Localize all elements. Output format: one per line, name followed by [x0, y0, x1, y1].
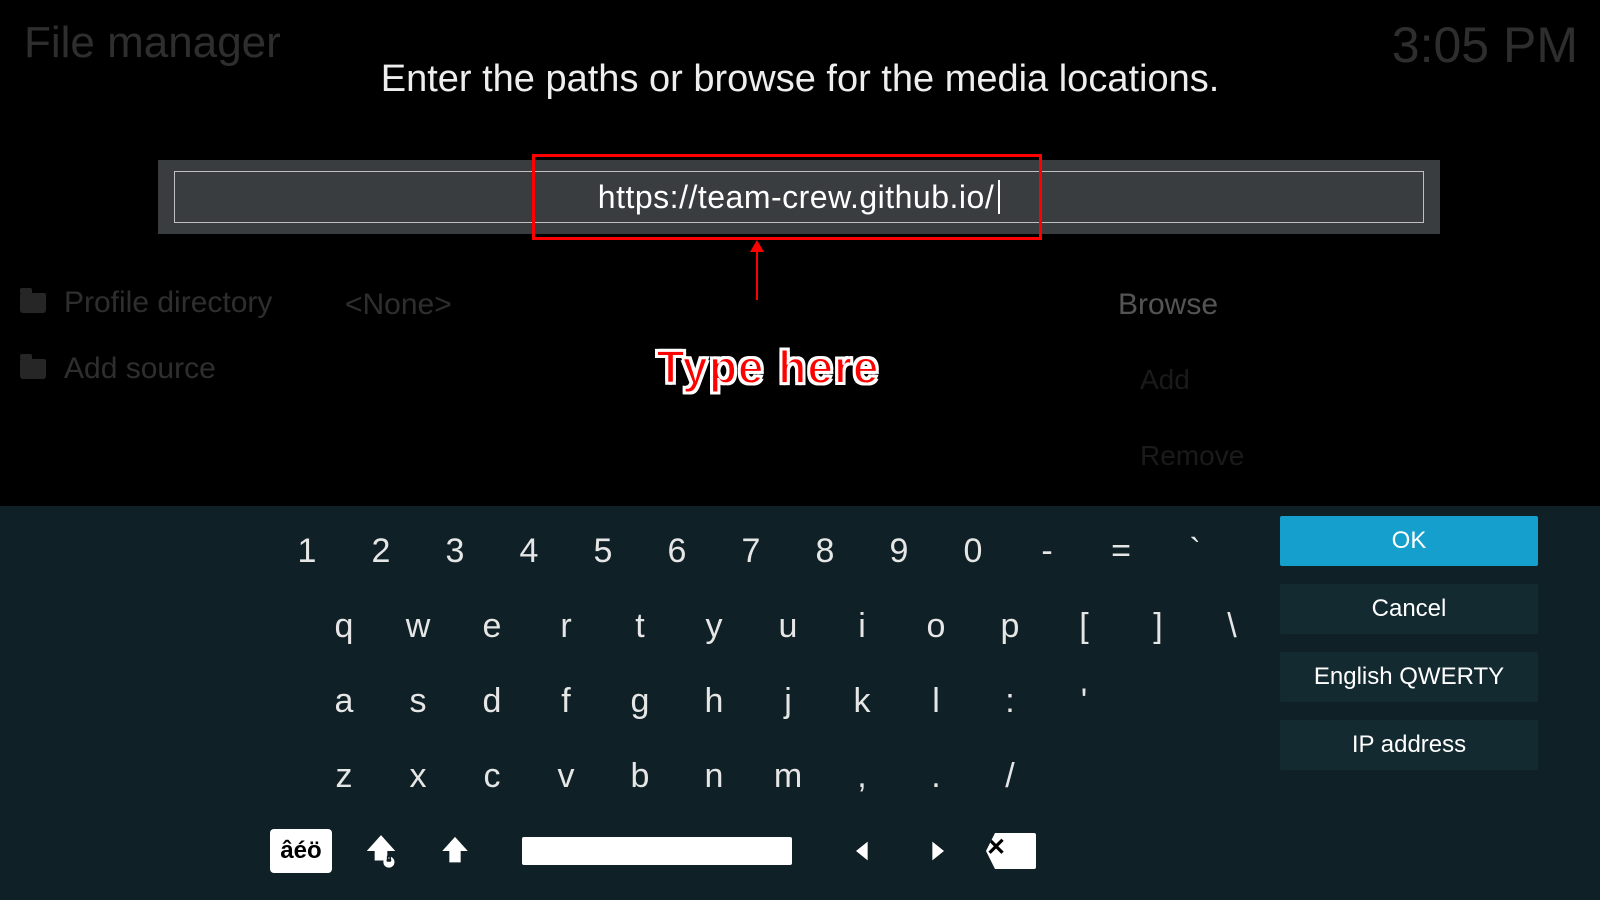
- folder-icon: [20, 359, 46, 379]
- key-=[interactable]: =: [1084, 517, 1158, 587]
- key-accents[interactable]: âéö: [270, 829, 332, 873]
- shift-icon: [438, 834, 472, 868]
- bg-sidebar-label: Profile directory: [64, 286, 272, 320]
- keyboard-bottom-row: âéö ✕: [270, 818, 1310, 884]
- key-b[interactable]: b: [603, 742, 677, 812]
- keyboard-row-1: 1234567890-=`: [270, 514, 1310, 589]
- key-k[interactable]: k: [825, 667, 899, 737]
- key-[[interactable]: [: [1047, 592, 1121, 662]
- layout-button[interactable]: English QWERTY: [1280, 652, 1538, 702]
- key-w[interactable]: w: [381, 592, 455, 662]
- key-8[interactable]: 8: [788, 517, 862, 587]
- dialog-prompt: Enter the paths or browse for the media …: [0, 58, 1600, 101]
- cancel-button[interactable]: Cancel: [1280, 584, 1538, 634]
- bg-remove-label: Remove: [1140, 440, 1244, 472]
- key-`[interactable]: `: [1158, 517, 1232, 587]
- key-z[interactable]: z: [307, 742, 381, 812]
- key-0[interactable]: 0: [936, 517, 1010, 587]
- key-7[interactable]: 7: [714, 517, 788, 587]
- key-s[interactable]: s: [381, 667, 455, 737]
- key-t[interactable]: t: [603, 592, 677, 662]
- key-1[interactable]: 1: [270, 517, 344, 587]
- key-c[interactable]: c: [455, 742, 529, 812]
- key-j[interactable]: j: [751, 667, 825, 737]
- folder-icon: [20, 293, 46, 313]
- ok-button[interactable]: OK: [1280, 516, 1538, 566]
- key-m[interactable]: m: [751, 742, 825, 812]
- key--[interactable]: -: [1010, 517, 1084, 587]
- key-5[interactable]: 5: [566, 517, 640, 587]
- bg-none-label: <None>: [345, 288, 452, 322]
- keyboard-keys: 1234567890-=` qwertyuiop[]\ asdfghjkl:' …: [270, 514, 1310, 814]
- bg-add-label: Add: [1140, 364, 1190, 396]
- shift-lock-icon: [362, 832, 400, 870]
- keyboard-row-3: asdfghjkl:': [307, 664, 1310, 739]
- key-shift-lock[interactable]: [344, 823, 418, 879]
- key-'[interactable]: ': [1047, 667, 1121, 737]
- backspace-icon: ✕: [986, 833, 1036, 869]
- key-e[interactable]: e: [455, 592, 529, 662]
- bg-sidebar-label: Add source: [64, 352, 216, 386]
- key-y[interactable]: y: [677, 592, 751, 662]
- text-cursor: [998, 180, 1000, 214]
- key-arrow-left[interactable]: [826, 823, 900, 879]
- ip-address-button[interactable]: IP address: [1280, 720, 1538, 770]
- arrow-right-icon: [923, 837, 951, 865]
- key-i[interactable]: i: [825, 592, 899, 662]
- key-backspace[interactable]: ✕: [974, 823, 1048, 879]
- key-f[interactable]: f: [529, 667, 603, 737]
- key-r[interactable]: r: [529, 592, 603, 662]
- key-a[interactable]: a: [307, 667, 381, 737]
- keyboard-row-4: zxcvbnm,./: [307, 739, 1310, 814]
- keyboard-action-column: OK Cancel English QWERTY IP address: [1280, 516, 1538, 770]
- key-n[interactable]: n: [677, 742, 751, 812]
- key-:[interactable]: :: [973, 667, 1047, 737]
- bg-sidebar-profile-directory: Profile directory: [20, 286, 272, 320]
- bg-browse-label: Browse: [1118, 288, 1218, 322]
- key-9[interactable]: 9: [862, 517, 936, 587]
- key-][interactable]: ]: [1121, 592, 1195, 662]
- key-u[interactable]: u: [751, 592, 825, 662]
- key-shift[interactable]: [418, 823, 492, 879]
- key-q[interactable]: q: [307, 592, 381, 662]
- key-h[interactable]: h: [677, 667, 751, 737]
- keyboard-row-2: qwertyuiop[]\: [307, 589, 1310, 664]
- key-g[interactable]: g: [603, 667, 677, 737]
- key-\[interactable]: \: [1195, 592, 1269, 662]
- key-2[interactable]: 2: [344, 517, 418, 587]
- key-/[interactable]: /: [973, 742, 1047, 812]
- key-v[interactable]: v: [529, 742, 603, 812]
- path-input-value: https://team-crew.github.io/: [598, 179, 994, 216]
- key-p[interactable]: p: [973, 592, 1047, 662]
- key-l[interactable]: l: [899, 667, 973, 737]
- key-o[interactable]: o: [899, 592, 973, 662]
- key-4[interactable]: 4: [492, 517, 566, 587]
- path-input-container: https://team-crew.github.io/: [158, 160, 1440, 234]
- path-input[interactable]: https://team-crew.github.io/: [174, 171, 1424, 223]
- arrow-left-icon: [849, 837, 877, 865]
- annotation-label: Type here: [0, 340, 1568, 394]
- key-.[interactable]: .: [899, 742, 973, 812]
- key-,[interactable]: ,: [825, 742, 899, 812]
- key-x[interactable]: x: [381, 742, 455, 812]
- bg-sidebar-add-source: Add source: [20, 352, 216, 386]
- key-d[interactable]: d: [455, 667, 529, 737]
- on-screen-keyboard: 1234567890-=` qwertyuiop[]\ asdfghjkl:' …: [0, 506, 1600, 900]
- key-3[interactable]: 3: [418, 517, 492, 587]
- key-space[interactable]: [522, 837, 792, 865]
- key-6[interactable]: 6: [640, 517, 714, 587]
- annotation-arrow: [756, 242, 758, 300]
- key-arrow-right[interactable]: [900, 823, 974, 879]
